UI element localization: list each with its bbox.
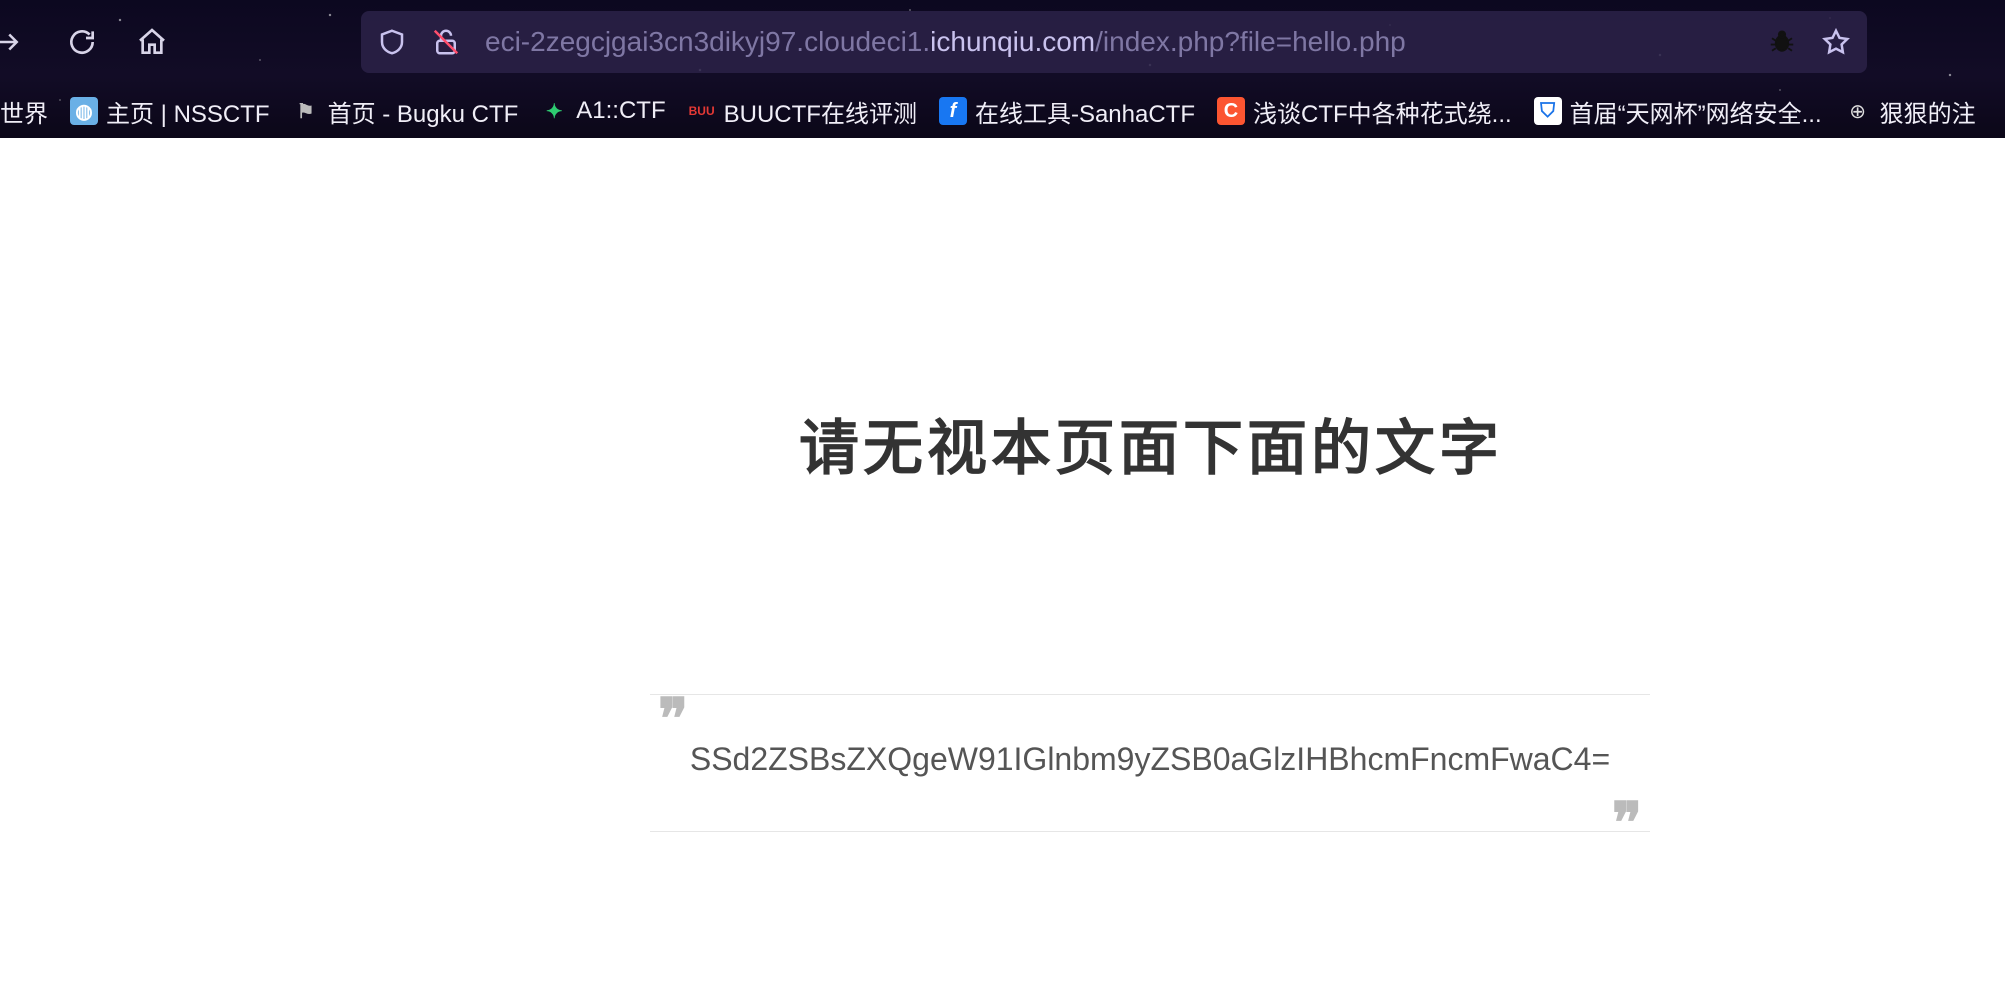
bookmark-label: 世界 [0,100,48,128]
bookmark-item[interactable]: f 在线工具-SanhaCTF [938,94,1195,129]
f-icon: f [938,97,967,125]
bookmark-label: BUUCTF在线评测 [723,100,917,128]
home-button[interactable] [132,22,172,62]
a1ctf-icon: ✦ [545,100,563,123]
forward-button[interactable] [0,22,28,62]
bookmark-item[interactable]: ⚑ 首页 - Bugku CTF [292,94,519,129]
nssctf-icon: ◍ [70,97,98,125]
buuctf-icon: BUU [688,104,715,118]
reload-button[interactable] [62,22,102,62]
bookmark-item[interactable]: ◍ 主页 | NSSCTF [70,94,270,129]
bookmark-label: A1::CTF [576,97,666,124]
page-title: 请无视本页面下面的文字 [799,414,1503,485]
flag-icon: ⚑ [296,100,315,123]
url-host: ichunqiu.com [930,26,1096,57]
bookmark-item[interactable]: ⛉ 首届“天网杯”网络安全... [1533,94,1822,129]
bookmark-label: 主页 | NSSCTF [106,100,270,128]
bookmark-item[interactable]: ✦ A1::CTF [540,97,666,125]
quote-text: SSd2ZSBsZXQgeW91IGlnbm9yZSB0aGlzIHBhcmFn… [689,741,1611,777]
browser-chrome: eci-2zegcjgai3cn3dikyj97.cloudeci1.ichun… [0,0,2005,138]
bookmark-label: 浅谈CTF中各种花式绕... [1253,100,1512,128]
bookmark-item[interactable]: ⊕ 狠狠的注 [1844,94,1976,129]
url-path: /index.php?file=hello.php [1095,26,1406,57]
bookmark-label: 首届“天网杯”网络安全... [1569,100,1822,128]
url-prefix: eci-2zegcjgai3cn3dikyj97.cloudeci1. [485,26,931,57]
insecure-lock-icon[interactable] [431,27,461,61]
home-icon [139,28,165,54]
bookmark-label: 在线工具-SanhaCTF [974,100,1195,128]
shield-icon: ⛉ [1533,97,1562,125]
address-bar[interactable]: eci-2zegcjgai3cn3dikyj97.cloudeci1.ichun… [361,11,1867,73]
bookmark-label: 狠狠的注 [1879,100,1976,128]
url-text[interactable]: eci-2zegcjgai3cn3dikyj97.cloudeci1.ichun… [485,25,1406,59]
tracking-protection-icon[interactable] [377,27,407,61]
reload-icon [70,30,94,54]
arrow-right-icon [0,33,19,51]
c-icon: C [1217,97,1245,125]
bookmark-item[interactable]: 世界 [0,94,48,129]
bookmark-label: 首页 - Bugku CTF [327,100,519,128]
globe-icon: ⊕ [1849,100,1867,123]
bug-icon[interactable] [1767,27,1797,61]
bookmark-item[interactable]: BUU BUUCTF在线评测 [688,94,917,129]
bookmarks-bar: 世界 ◍ 主页 | NSSCTF ⚑ 首页 - Bugku CTF ✦ A1::… [0,88,2005,134]
open-quote-icon: ❞ [658,686,689,752]
close-quote-icon: ❞ [1611,790,1642,856]
bookmark-star-icon[interactable] [1821,27,1851,61]
blockquote: ❞ SSd2ZSBsZXQgeW91IGlnbm9yZSB0aGlzIHBhcm… [650,686,1650,851]
bookmark-item[interactable]: C 浅谈CTF中各种花式绕... [1217,94,1512,129]
